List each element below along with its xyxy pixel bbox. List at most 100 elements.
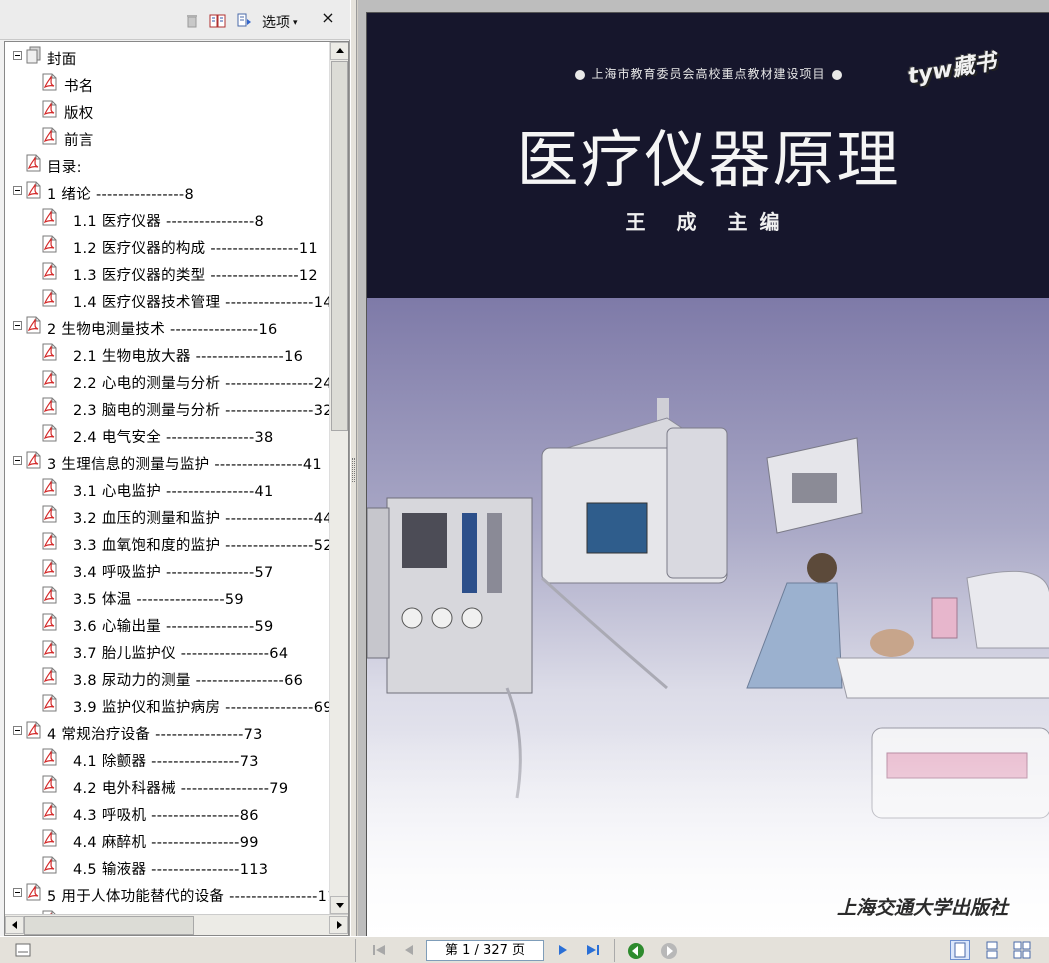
bookmark-label: 3 生理信息的测量与监护 ----------------41 bbox=[47, 457, 322, 473]
bookmark-item[interactable]: 前言 bbox=[5, 125, 329, 152]
pdf-bookmark-icon bbox=[41, 208, 58, 226]
bookmark-item[interactable]: 1.4 医疗仪器技术管理 ----------------14 bbox=[5, 287, 329, 314]
bookmarks-toolbar: 选项 ▾ × bbox=[0, 0, 350, 40]
single-page-view-button[interactable] bbox=[950, 940, 970, 960]
scroll-down-button[interactable] bbox=[330, 896, 348, 914]
horizontal-scrollbar[interactable] bbox=[5, 914, 348, 935]
pdf-bookmark-icon bbox=[41, 640, 58, 658]
bookmark-item[interactable]: 书名 bbox=[5, 71, 329, 98]
delete-bookmark-icon[interactable] bbox=[184, 13, 200, 29]
bookmark-item[interactable]: 3.7 胎儿监护仪 ----------------64 bbox=[5, 638, 329, 665]
bookmark-item[interactable]: 3.1 心电监护 ----------------41 bbox=[5, 476, 329, 503]
bookmark-item[interactable]: 3.3 血氧饱和度的监护 ----------------52 bbox=[5, 530, 329, 557]
page-number-field[interactable]: 第 1 / 327 页 bbox=[426, 940, 544, 961]
collapse-toggle-icon[interactable] bbox=[13, 51, 22, 60]
bookmark-item[interactable]: 2.2 心电的测量与分析 ----------------24 bbox=[5, 368, 329, 395]
bookmark-label: 前言 bbox=[64, 133, 94, 149]
bookmark-label: 1.4 医疗仪器技术管理 ----------------14 bbox=[73, 295, 329, 311]
pdf-bookmark-icon bbox=[25, 451, 42, 469]
scroll-up-button[interactable] bbox=[330, 42, 348, 60]
first-page-icon bbox=[373, 945, 385, 955]
last-page-icon bbox=[587, 945, 599, 955]
pdf-bookmark-icon bbox=[41, 289, 58, 307]
collapse-toggle-icon[interactable] bbox=[13, 186, 22, 195]
bookmark-item[interactable]: 2.1 生物电放大器 ----------------16 bbox=[5, 341, 329, 368]
collapse-toggle-icon[interactable] bbox=[13, 456, 22, 465]
bookmark-item[interactable]: 4.4 麻醉机 ----------------99 bbox=[5, 827, 329, 854]
options-menu-button[interactable]: 选项 ▾ bbox=[262, 12, 298, 32]
bookmark-label: 3.3 血氧饱和度的监护 ----------------52 bbox=[73, 538, 329, 554]
bookmark-item[interactable]: 4.1 除颤器 ----------------73 bbox=[5, 746, 329, 773]
cover-series-text: 上海市教育委员会高校重点教材建设项目 bbox=[591, 67, 826, 81]
bookmark-label: 2 生物电测量技术 ----------------16 bbox=[47, 322, 278, 338]
bookmark-item[interactable]: 4.5 输液器 ----------------113 bbox=[5, 854, 329, 881]
bookmark-item[interactable]: 5 用于人体功能替代的设备 ----------------119 bbox=[5, 881, 329, 908]
watermark-stamp: tyw藏书 bbox=[905, 49, 999, 90]
bookmark-label: 书名 bbox=[64, 79, 94, 95]
bookmark-item[interactable]: 3.4 呼吸监护 ----------------57 bbox=[5, 557, 329, 584]
horizontal-scroll-thumb[interactable] bbox=[24, 916, 194, 935]
pdf-bookmark-icon bbox=[25, 316, 42, 334]
last-page-button[interactable] bbox=[583, 941, 605, 961]
previous-page-button[interactable] bbox=[400, 941, 418, 961]
close-pane-button[interactable]: × bbox=[320, 10, 336, 26]
pdf-reader-window: 选项 ▾ × 封面书名版权前言目录: 1 绪论 ----------------8 1… bbox=[0, 0, 1049, 963]
pane-splitter[interactable] bbox=[350, 0, 357, 936]
go-forward-button[interactable] bbox=[659, 941, 679, 961]
bookmark-item[interactable]: 4 常规治疗设备 ----------------73 bbox=[5, 719, 329, 746]
pdf-bookmark-icon bbox=[41, 559, 58, 577]
continuous-view-button[interactable] bbox=[983, 940, 1001, 960]
bookmark-label: 版权 bbox=[64, 106, 94, 122]
next-page-button[interactable] bbox=[554, 941, 572, 961]
bookmark-item[interactable]: 2.4 电气安全 ----------------38 bbox=[5, 422, 329, 449]
bookmark-item[interactable]: 1.3 医疗仪器的类型 ----------------12 bbox=[5, 260, 329, 287]
next-page-icon bbox=[559, 945, 567, 955]
go-back-button[interactable] bbox=[626, 941, 646, 961]
first-page-button[interactable] bbox=[370, 941, 388, 961]
pdf-bookmark-icon bbox=[25, 883, 42, 901]
cover-publisher: 上海交通大学出版社 bbox=[837, 897, 1009, 919]
bookmark-label: 1.3 医疗仪器的类型 ----------------12 bbox=[73, 268, 318, 284]
collapse-toggle-icon[interactable] bbox=[13, 726, 22, 735]
bookmark-item[interactable]: 1.2 医疗仪器的构成 ----------------11 bbox=[5, 233, 329, 260]
bookmark-item[interactable]: 版权 bbox=[5, 98, 329, 125]
bookmark-item[interactable]: 3.5 体温 ----------------59 bbox=[5, 584, 329, 611]
vertical-scrollbar[interactable] bbox=[329, 42, 348, 914]
scroll-right-button[interactable] bbox=[329, 916, 348, 934]
expand-bookmark-icon[interactable] bbox=[236, 13, 252, 29]
bookmark-item[interactable]: 1 绪论 ----------------8 bbox=[5, 179, 329, 206]
bookmark-item[interactable]: 3.8 尿动力的测量 ----------------66 bbox=[5, 665, 329, 692]
pages-icon bbox=[25, 46, 42, 64]
bookmark-label: 2.1 生物电放大器 ----------------16 bbox=[73, 349, 304, 365]
bookmark-tree-box: 封面书名版权前言目录: 1 绪论 ----------------8 1.1 医疗仪… bbox=[4, 41, 349, 936]
bookmark-item[interactable]: 目录: bbox=[5, 152, 329, 179]
bookmark-item[interactable]: 2.3 脑电的测量与分析 ----------------32 bbox=[5, 395, 329, 422]
bookmark-item[interactable]: 3 生理信息的测量与监护 ----------------41 bbox=[5, 449, 329, 476]
document-view[interactable]: 上海市教育委员会高校重点教材建设项目 tyw藏书 医疗仪器原理 王 成 主编 上… bbox=[358, 0, 1049, 936]
panel-toggle-icon[interactable] bbox=[15, 943, 31, 957]
forward-arrow-icon bbox=[661, 943, 677, 959]
bookmark-item[interactable]: 4.3 呼吸机 ----------------86 bbox=[5, 800, 329, 827]
bookmark-item[interactable]: 3.6 心输出量 ----------------59 bbox=[5, 611, 329, 638]
pdf-bookmark-icon bbox=[41, 343, 58, 361]
bookmark-item[interactable]: 3.9 监护仪和监护病房 ----------------69 bbox=[5, 692, 329, 719]
new-bookmark-icon[interactable] bbox=[209, 13, 226, 29]
scroll-left-button[interactable] bbox=[5, 916, 24, 934]
bookmark-label: 3.2 血压的测量和监护 ----------------44 bbox=[73, 511, 329, 527]
collapse-toggle-icon[interactable] bbox=[13, 888, 22, 897]
facing-view-button[interactable] bbox=[1013, 940, 1031, 960]
bookmark-item[interactable]: 封面 bbox=[5, 44, 329, 71]
bookmark-tree: 封面书名版权前言目录: 1 绪论 ----------------8 1.1 医疗仪… bbox=[5, 42, 329, 914]
vertical-scroll-thumb[interactable] bbox=[331, 61, 348, 431]
single-page-icon bbox=[950, 940, 970, 960]
bullet-icon bbox=[575, 69, 586, 80]
bookmark-item[interactable]: 4.2 电外科器械 ----------------79 bbox=[5, 773, 329, 800]
bookmark-item[interactable]: 2 生物电测量技术 ----------------16 bbox=[5, 314, 329, 341]
arrow-left-icon bbox=[12, 921, 17, 929]
pdf-bookmark-icon bbox=[41, 424, 58, 442]
bookmark-label: 1 绪论 ----------------8 bbox=[47, 187, 194, 203]
splitter-grip[interactable] bbox=[352, 458, 355, 482]
bookmark-item[interactable]: 1.1 医疗仪器 ----------------8 bbox=[5, 206, 329, 233]
bookmark-item[interactable]: 3.2 血压的测量和监护 ----------------44 bbox=[5, 503, 329, 530]
collapse-toggle-icon[interactable] bbox=[13, 321, 22, 330]
